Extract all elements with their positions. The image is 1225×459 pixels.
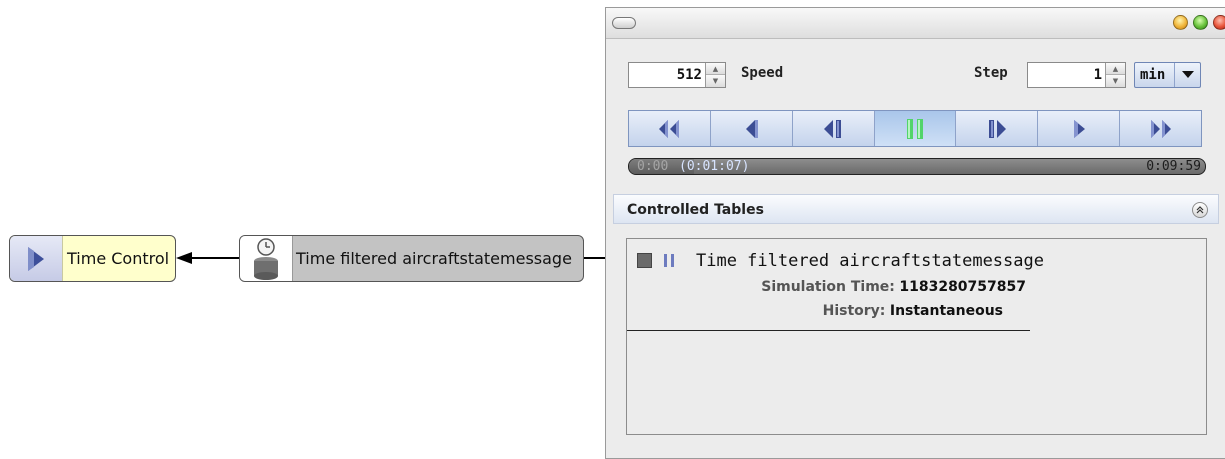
speed-decrement-button[interactable]: ▼ [706,75,725,87]
fast-forward-button[interactable] [1120,111,1202,146]
fast-forward-icon [1150,119,1171,138]
pause-icon[interactable] [663,253,677,268]
time-filter-label: Time filtered aircraftstatemessage [296,249,572,268]
chevron-down-icon[interactable] [1174,63,1200,87]
time-control-window: 512 ▲ ▼ Speed Step 1 ▲ ▼ min 0:00 (0:01:… [605,7,1225,459]
step-forward-frame-button[interactable] [956,111,1039,146]
table-entry-name: Time filtered aircraftstatemessage [696,251,1044,271]
speed-spinner[interactable]: 512 ▲ ▼ [628,62,726,88]
time-start: 0:00 [637,159,669,174]
simulation-time-value: 1183280757857 [899,279,1026,295]
database-clock-icon [240,236,293,281]
edge-arrowhead [176,252,192,264]
speed-increment-button[interactable]: ▲ [706,63,725,75]
controlled-tables-title: Controlled Tables [627,202,764,218]
window-titlebar[interactable] [606,8,1225,39]
speed-value[interactable]: 512 [629,63,705,87]
pause-button[interactable] [874,111,957,146]
history-value: Instantaneous [889,303,1003,319]
toolbar-toggle-button[interactable] [612,17,636,29]
time-filter-node[interactable]: Time filtered aircraftstatemessage [239,235,584,282]
step-label: Step [974,65,1008,81]
history-label: History: [822,303,886,319]
minimize-button[interactable] [1173,15,1188,30]
play-icon [10,236,63,281]
step-value[interactable]: 1 [1028,63,1105,87]
step-decrement-button[interactable]: ▼ [1106,75,1125,87]
rewind-fast-button[interactable] [629,111,711,146]
pause-icon [907,118,923,139]
simulation-time-label: Simulation Time: [761,279,895,295]
zoom-button[interactable] [1193,15,1208,30]
transport-controls [628,110,1202,147]
step-back-frame-icon [824,119,842,138]
step-back-frame-button[interactable] [792,111,875,146]
step-unit-value: min [1140,67,1166,83]
speed-label: Speed [741,65,784,81]
time-end: 0:09:59 [1146,159,1201,174]
step-spinner[interactable]: 1 ▲ ▼ [1027,62,1126,88]
step-forward-frame-icon [988,119,1006,138]
play-icon [1073,119,1085,138]
time-slider[interactable]: 0:00 (0:01:07) 0:09:59 [628,158,1206,175]
time-control-label: Time Control [67,249,170,268]
step-back-button[interactable] [710,111,793,146]
controlled-tables-header[interactable]: Controlled Tables [613,194,1219,224]
time-control-node[interactable]: Time Control [9,235,176,282]
flow-edges [176,252,605,264]
step-back-icon [746,119,759,138]
collapse-icon[interactable] [1192,202,1208,218]
play-button[interactable] [1038,111,1121,146]
close-button[interactable] [1213,15,1225,30]
history-row: History: Instantaneous [823,303,1003,319]
time-current: (0:01:07) [679,159,750,174]
entry-divider [627,330,1030,331]
step-unit-select[interactable]: min [1134,62,1201,88]
simulation-time-row: Simulation Time: 1183280757857 [761,279,1026,295]
stop-icon[interactable] [637,253,652,268]
rewind-fast-icon [659,119,680,138]
step-increment-button[interactable]: ▲ [1106,63,1125,75]
controlled-tables-panel: Time filtered aircraftstatemessage Simul… [626,238,1207,435]
